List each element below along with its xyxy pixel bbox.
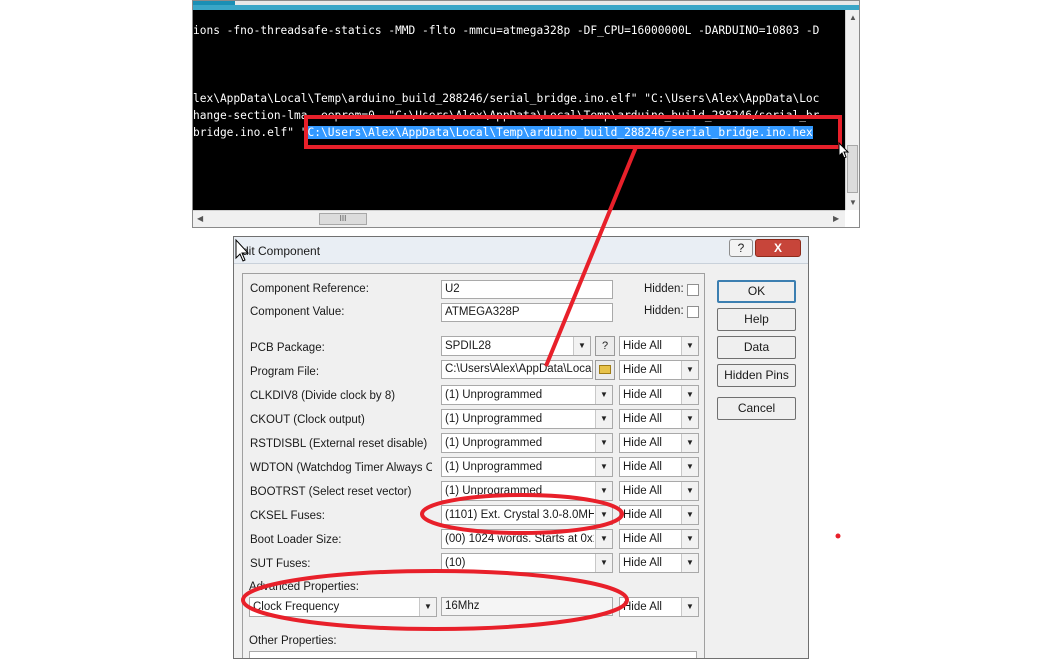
mouse-cursor-icon bbox=[235, 238, 250, 262]
annotation-dot bbox=[835, 533, 841, 539]
annotation-cksel-circle bbox=[420, 493, 624, 535]
annotation-overlay bbox=[235, 115, 850, 631]
annotation-clock-circle bbox=[241, 569, 629, 631]
annotation-arrow-line bbox=[544, 146, 638, 367]
mouse-cursor-icon bbox=[838, 141, 850, 159]
annotation-highlight-box bbox=[304, 115, 842, 149]
